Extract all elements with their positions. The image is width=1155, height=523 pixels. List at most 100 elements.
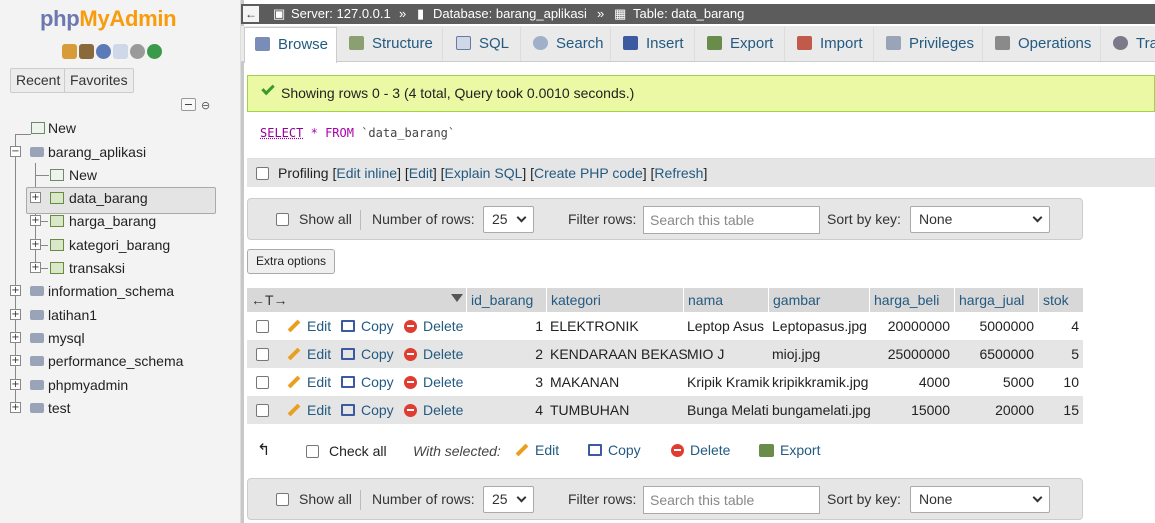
delete-row-button[interactable]: Delete <box>404 396 463 424</box>
number-of-rows-select[interactable]: 25 <box>483 206 534 233</box>
tab-operations[interactable]: Operations <box>985 27 1101 61</box>
sort-options-icon[interactable] <box>451 294 463 302</box>
edit-row-button[interactable]: Edit <box>287 340 331 368</box>
breadcrumb-database[interactable]: Database: barang_aplikasi <box>433 4 587 24</box>
cell-harga-beli[interactable]: 25000000 <box>869 340 950 368</box>
tree-item-harga-barang[interactable]: harga_barang <box>69 210 156 232</box>
cell-nama[interactable]: Bunga Melati <box>687 396 769 424</box>
cell-gambar[interactable]: Leptopasus.jpg <box>772 312 867 340</box>
expand-icon[interactable]: + <box>30 192 41 203</box>
expand-icon[interactable]: + <box>30 215 41 226</box>
delete-row-button[interactable]: Delete <box>404 368 463 396</box>
tree-item-latihan1[interactable]: latihan1 <box>48 304 97 326</box>
cell-gambar[interactable]: mioj.jpg <box>772 340 820 368</box>
column-kategori[interactable]: kategori <box>546 288 683 312</box>
expand-icon[interactable]: + <box>10 402 21 413</box>
check-all-label[interactable]: Check all <box>329 436 387 466</box>
cell-kategori[interactable]: KENDARAAN BEKAS <box>550 340 688 368</box>
copy-row-button[interactable]: Copy <box>341 368 394 396</box>
cell-stok[interactable]: 10 <box>1038 368 1079 396</box>
expand-icon[interactable]: + <box>10 309 21 320</box>
expand-icon[interactable]: + <box>30 262 41 273</box>
number-of-rows-select[interactable]: 25 <box>483 486 534 513</box>
back-arrow-icon[interactable]: ← <box>243 6 259 22</box>
edit-row-button[interactable]: Edit <box>287 312 331 340</box>
edit-link[interactable]: Edit <box>409 165 433 181</box>
cell-id-barang[interactable]: 1 <box>466 312 543 340</box>
cell-id-barang[interactable]: 2 <box>466 340 543 368</box>
edit-row-button[interactable]: Edit <box>287 396 331 424</box>
copy-row-button[interactable]: Copy <box>341 312 394 340</box>
tab-search[interactable]: Search <box>523 27 611 61</box>
cell-harga-beli[interactable]: 20000000 <box>869 312 950 340</box>
column-harga-jual[interactable]: harga_jual <box>954 288 1038 312</box>
edit-inline-link[interactable]: Edit inline <box>336 165 397 181</box>
sort-by-key-select[interactable]: None <box>910 206 1050 233</box>
expand-icon[interactable]: + <box>10 285 21 296</box>
cell-stok[interactable]: 4 <box>1038 312 1079 340</box>
cell-harga-jual[interactable]: 5000 <box>954 368 1034 396</box>
column-gambar[interactable]: gambar <box>768 288 869 312</box>
column-stok[interactable]: stok <box>1038 288 1083 312</box>
row-checkbox[interactable] <box>256 312 269 340</box>
sort-by-key-select[interactable]: None <box>910 486 1050 513</box>
cell-harga-beli[interactable]: 15000 <box>869 396 950 424</box>
cell-id-barang[interactable]: 3 <box>466 368 543 396</box>
cell-stok[interactable]: 5 <box>1038 340 1079 368</box>
tab-privileges[interactable]: Privileges <box>876 27 983 61</box>
bulk-delete-button[interactable]: Delete <box>671 436 730 464</box>
tree-item-phpmyadmin[interactable]: phpmyadmin <box>48 374 128 396</box>
show-all-checkbox[interactable] <box>276 199 289 239</box>
cell-harga-jual[interactable]: 6500000 <box>954 340 1034 368</box>
copy-row-button[interactable]: Copy <box>341 396 394 424</box>
bulk-edit-button[interactable]: Edit <box>515 436 559 464</box>
check-all-checkbox[interactable] <box>306 436 319 466</box>
column-harga-beli[interactable]: harga_beli <box>869 288 954 312</box>
breadcrumb-server[interactable]: Server: 127.0.0.1 <box>291 4 391 24</box>
bulk-copy-button[interactable]: Copy <box>588 436 641 464</box>
edit-row-button[interactable]: Edit <box>287 368 331 396</box>
cell-kategori[interactable]: ELEKTRONIK <box>550 312 639 340</box>
tab-tracking[interactable]: Tra <box>1103 27 1155 61</box>
column-id-barang[interactable]: id_barang <box>466 288 546 312</box>
tree-item-kategori-barang[interactable]: kategori_barang <box>69 234 170 256</box>
row-checkbox[interactable] <box>256 368 269 396</box>
column-arrows[interactable]: ←T→ <box>247 288 467 312</box>
cell-harga-jual[interactable]: 20000 <box>954 396 1034 424</box>
tab-sql[interactable]: SQL <box>446 27 521 61</box>
breadcrumb-table[interactable]: Table: data_barang <box>633 4 744 24</box>
tab-insert[interactable]: Insert <box>613 27 695 61</box>
row-checkbox[interactable] <box>256 396 269 424</box>
cell-nama[interactable]: Leptop Asus <box>687 312 764 340</box>
tab-browse[interactable]: Browse <box>244 27 337 63</box>
tree-item-new-table[interactable]: New <box>69 164 97 186</box>
extra-options-button[interactable]: Extra options <box>247 249 336 274</box>
filter-rows-input[interactable]: Search this table <box>643 486 820 514</box>
cell-nama[interactable]: Kripik Kramik <box>687 368 769 396</box>
sql-query-text[interactable]: SELECT * FROM `data_barang` <box>260 126 455 140</box>
row-checkbox[interactable] <box>256 340 269 368</box>
tree-item-data-barang[interactable]: data_barang <box>69 187 148 209</box>
explain-sql-link[interactable]: Explain SQL <box>445 165 523 181</box>
refresh-link[interactable]: Refresh <box>654 165 703 181</box>
cell-stok[interactable]: 15 <box>1038 396 1079 424</box>
tab-structure[interactable]: Structure <box>339 27 443 61</box>
cell-nama[interactable]: MIO J <box>687 340 724 368</box>
expand-icon[interactable]: + <box>10 355 21 366</box>
tab-export[interactable]: Export <box>697 27 785 61</box>
show-all-checkbox[interactable] <box>276 479 289 519</box>
bulk-export-button[interactable]: Export <box>759 436 820 464</box>
cell-harga-beli[interactable]: 4000 <box>869 368 950 396</box>
create-php-code-link[interactable]: Create PHP code <box>534 165 643 181</box>
cell-gambar[interactable]: bungamelati.jpg <box>772 396 871 424</box>
panel-resize-handle[interactable] <box>241 0 244 523</box>
expand-icon[interactable]: + <box>10 332 21 343</box>
tree-item-new[interactable]: New <box>48 117 76 139</box>
cell-kategori[interactable]: TUMBUHAN <box>550 396 629 424</box>
collapse-icon[interactable]: − <box>10 146 21 157</box>
tree-item-information-schema[interactable]: information_schema <box>48 280 174 302</box>
cell-id-barang[interactable]: 4 <box>466 396 543 424</box>
delete-row-button[interactable]: Delete <box>404 312 463 340</box>
tree-item-test[interactable]: test <box>48 397 71 419</box>
delete-row-button[interactable]: Delete <box>404 340 463 368</box>
